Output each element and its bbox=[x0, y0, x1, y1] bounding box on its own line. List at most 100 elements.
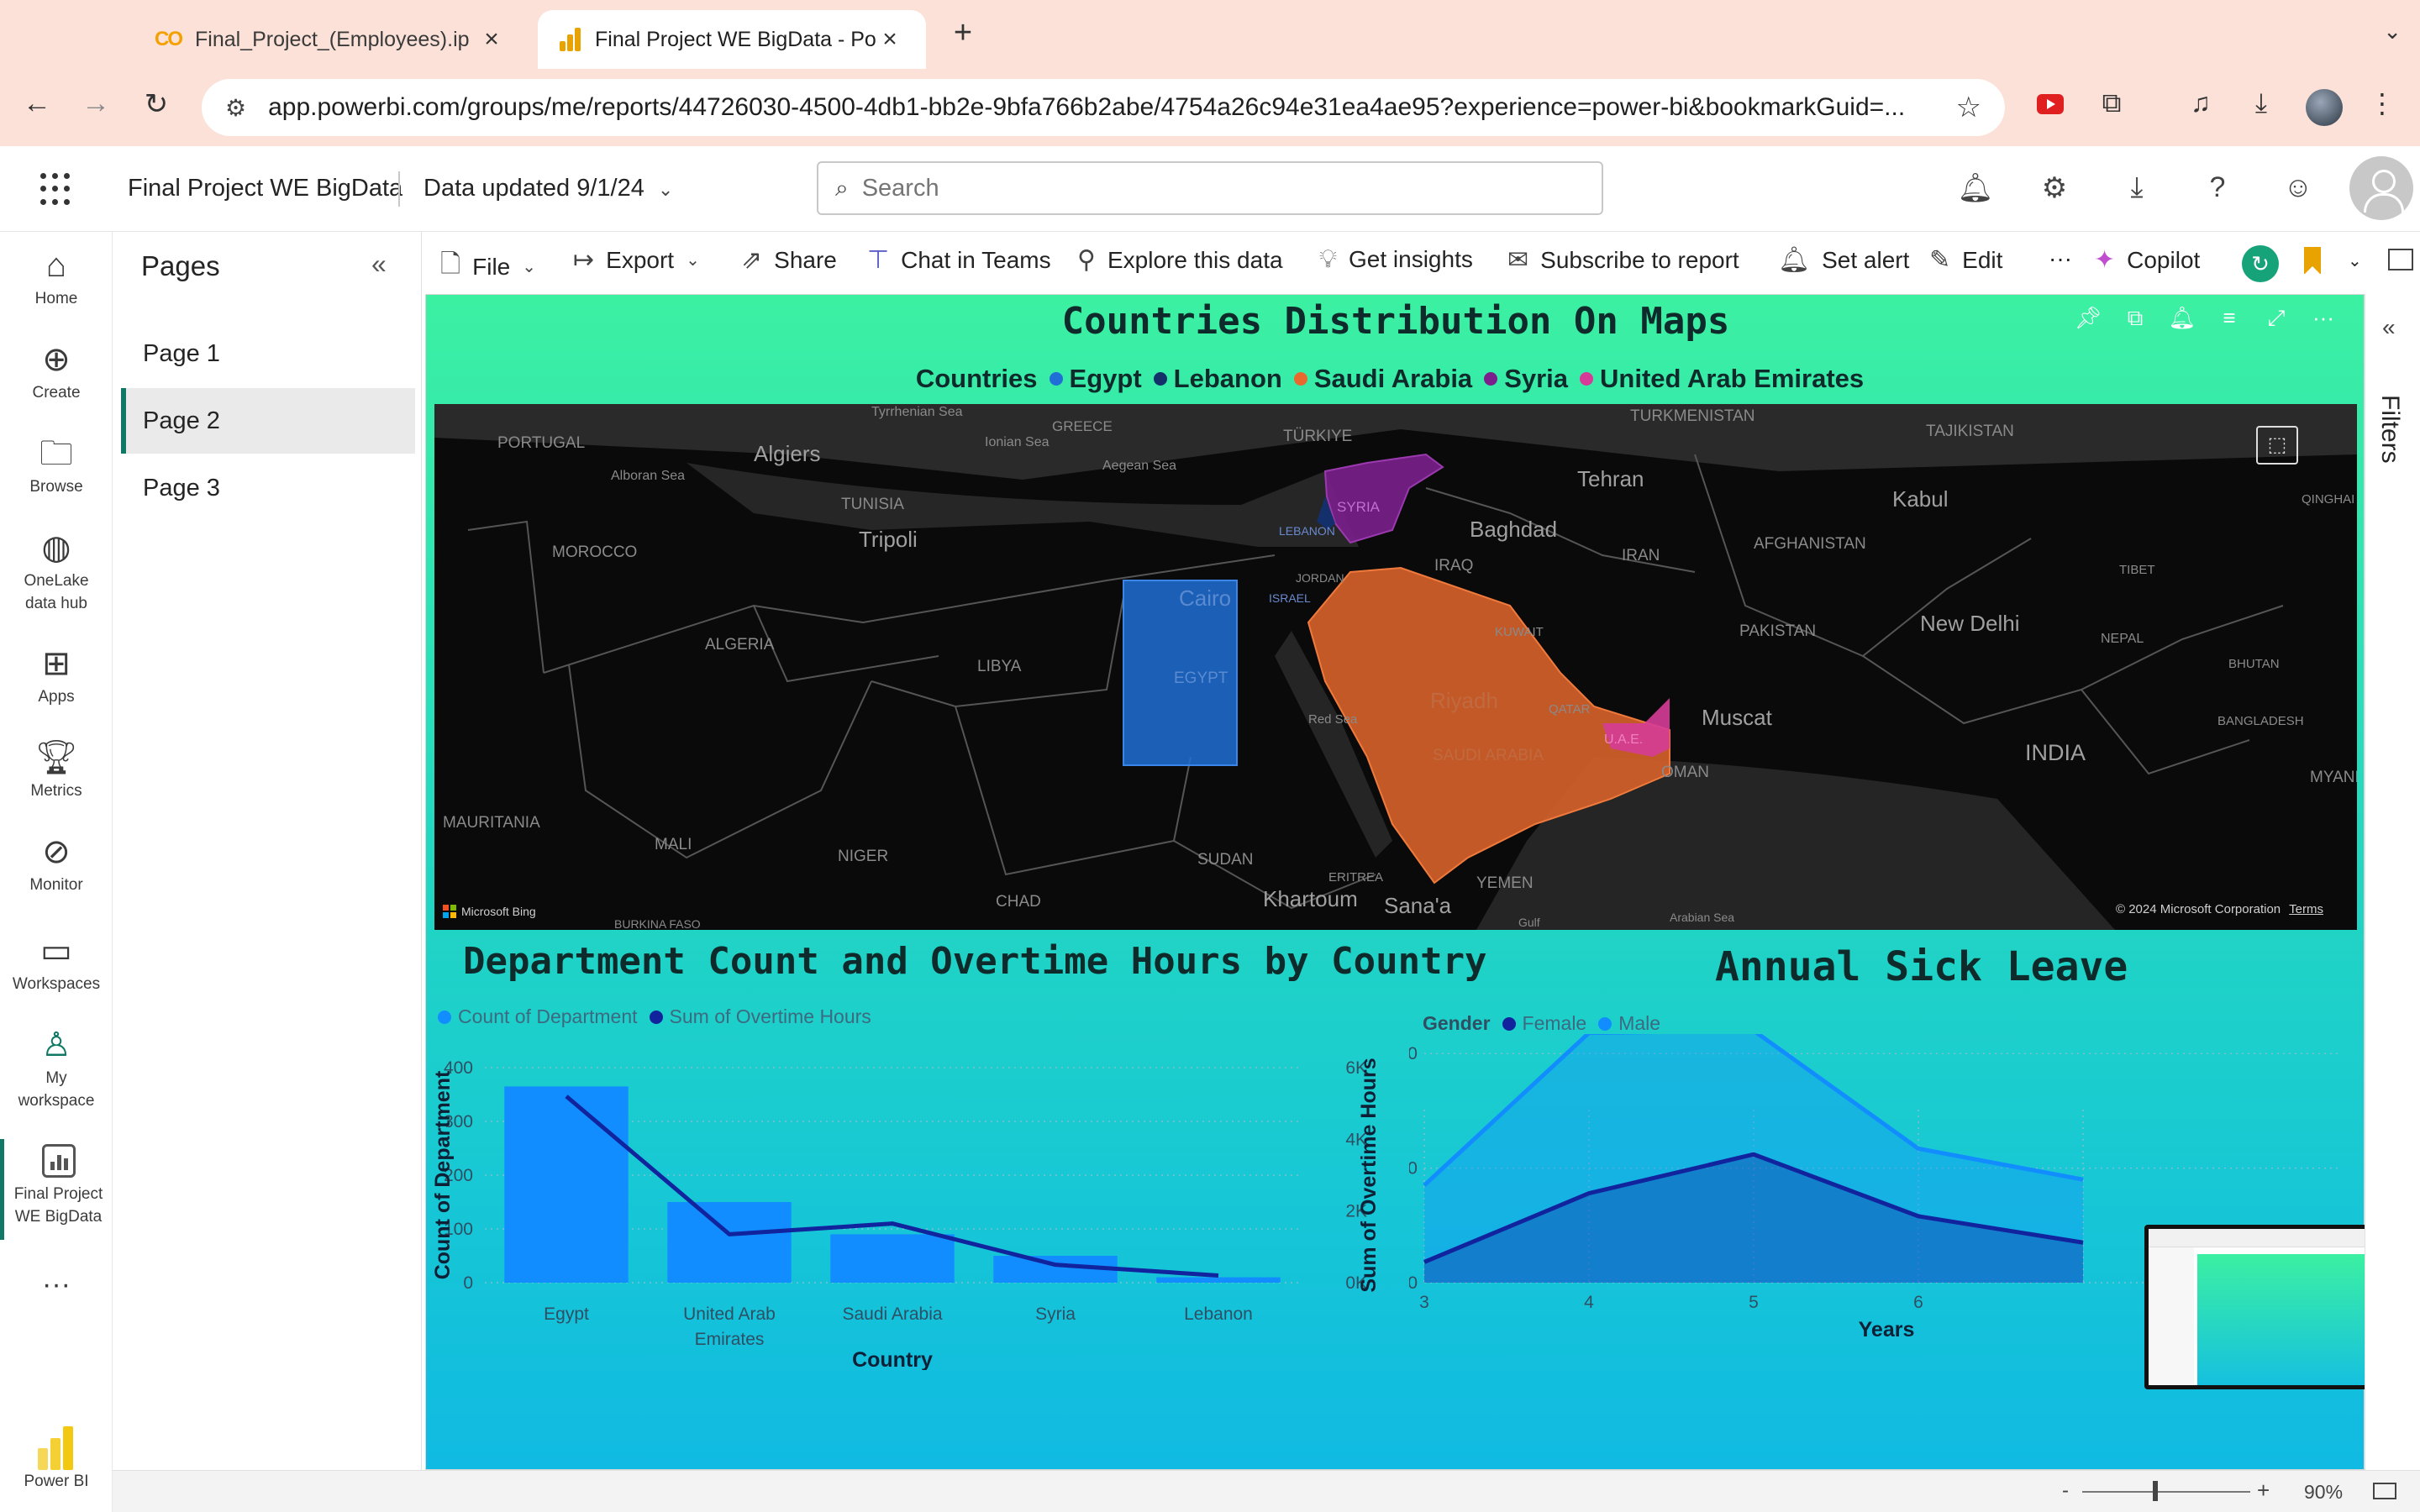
expand-icon[interactable]: « bbox=[2382, 314, 2396, 341]
browser-profile-avatar[interactable] bbox=[2306, 89, 2343, 126]
filled-map[interactable]: PORTUGAL Algiers Alboran Sea Tyrrhenian … bbox=[434, 404, 2357, 930]
map-region-uae[interactable] bbox=[1602, 698, 1670, 757]
nav-workspaces[interactable]: ▭ Workspaces bbox=[0, 929, 113, 995]
map-label: MOROCCO bbox=[552, 543, 637, 561]
search-box[interactable]: ⌕ bbox=[817, 161, 1603, 215]
back-icon[interactable]: ← bbox=[17, 87, 57, 120]
youtube-extension-icon[interactable] bbox=[2037, 94, 2064, 114]
map-label: LEBANON bbox=[1279, 524, 1335, 538]
legend-item-female[interactable]: Female bbox=[1502, 1012, 1586, 1035]
nav-metrics[interactable]: 🏆︎ Metrics bbox=[0, 736, 113, 802]
search-input[interactable] bbox=[861, 174, 1585, 202]
file-menu[interactable]: 🗋︎ File ⌄ bbox=[440, 245, 536, 288]
browser-tab-powerbi[interactable]: Final Project WE BigData - Po × bbox=[538, 10, 926, 69]
pin-icon[interactable]: 📌︎ bbox=[2065, 298, 2112, 337]
filters-pane-collapsed[interactable]: « Filters bbox=[2365, 294, 2420, 1470]
legend-item-egypt[interactable]: Egypt bbox=[1049, 364, 1142, 394]
page-tab-3[interactable]: Page 3 bbox=[121, 455, 415, 521]
screen-share-thumbnail[interactable] bbox=[2144, 1225, 2400, 1389]
site-info-icon[interactable]: ⚙ bbox=[225, 94, 246, 122]
powerbi-header: Final Project WE BigData Data updated 9/… bbox=[0, 146, 2420, 232]
nav-powerbi[interactable]: Power BI bbox=[0, 1426, 113, 1493]
app-launcher-icon[interactable] bbox=[40, 173, 74, 207]
more-options-icon[interactable]: ··· bbox=[0, 1270, 113, 1299]
copy-icon[interactable]: ⧉ bbox=[2112, 298, 2159, 337]
dept-chart-plot[interactable]: 01002003004000K2K4K6KEgypt United ArabEmi… bbox=[426, 1034, 1384, 1370]
user-avatar[interactable] bbox=[2349, 156, 2413, 220]
extensions-icon[interactable]: ⧉ bbox=[2091, 87, 2133, 119]
page-tab-1[interactable]: Page 1 bbox=[121, 321, 415, 386]
settings-icon[interactable]: ⚙ bbox=[2033, 171, 2075, 205]
download-icon[interactable]: ⤓ bbox=[2240, 87, 2282, 119]
bookmark-icon[interactable] bbox=[2304, 247, 2321, 275]
legend-item-lebanon[interactable]: Lebanon bbox=[1153, 364, 1282, 394]
data-updated-dropdown[interactable]: Data updated 9/1/24 ⌄ bbox=[424, 175, 673, 202]
chat-in-teams-button[interactable]: ⊤ Chat in Teams bbox=[867, 245, 1051, 275]
get-insights-button[interactable]: 💡︎ Get insights bbox=[1319, 245, 1473, 274]
refresh-icon[interactable]: ↻ bbox=[2242, 245, 2279, 282]
legend-item-uae[interactable]: United Arab Emirates bbox=[1580, 364, 1864, 394]
report-title[interactable]: Final Project WE BigData bbox=[128, 175, 402, 202]
feedback-icon[interactable]: ☺ bbox=[2277, 171, 2319, 204]
legend-label: Egypt bbox=[1069, 364, 1142, 393]
kebab-menu-icon[interactable]: ⋮ bbox=[2361, 87, 2403, 119]
zoom-slider[interactable] bbox=[2082, 1491, 2250, 1493]
map-label: Tripoli bbox=[859, 527, 918, 552]
close-icon[interactable]: × bbox=[477, 25, 506, 54]
page-tab-2[interactable]: Page 2 bbox=[121, 388, 415, 454]
focus-mode-icon[interactable]: ⤢ bbox=[2253, 298, 2300, 337]
chevron-down-icon[interactable]: ⌄ bbox=[2348, 250, 2362, 271]
address-bar[interactable]: ⚙ app.powerbi.com/groups/me/reports/4472… bbox=[202, 79, 2005, 136]
nav-my-workspace[interactable]: ♙ My workspace bbox=[0, 1023, 113, 1112]
copilot-button[interactable]: ✦ Copilot bbox=[2094, 245, 2200, 275]
filters-label[interactable]: Filters bbox=[2375, 395, 2404, 464]
reload-icon[interactable]: ↻ bbox=[136, 87, 176, 121]
alert-icon[interactable]: 🔔︎ bbox=[2159, 298, 2206, 337]
nav-onelake[interactable]: ◍ OneLake data hub bbox=[0, 526, 113, 615]
map-label: Muscat bbox=[1702, 705, 1773, 730]
zoom-out-button[interactable]: - bbox=[2062, 1479, 2069, 1503]
nav-apps[interactable]: ⊞ Apps bbox=[0, 642, 113, 708]
forward-icon[interactable]: → bbox=[76, 87, 116, 120]
terms-link[interactable]: Terms bbox=[2289, 902, 2323, 916]
y-tick-label: 0 bbox=[1409, 1273, 1418, 1293]
more-options-icon[interactable]: ··· bbox=[2049, 245, 2072, 272]
explore-data-button[interactable]: ⚲ Explore this data bbox=[1077, 245, 1283, 275]
view-icon[interactable] bbox=[2388, 249, 2413, 270]
bookmark-star-icon[interactable]: ☆ bbox=[1956, 91, 1981, 124]
zoom-slider-handle[interactable] bbox=[2153, 1481, 2158, 1501]
nav-current-report[interactable]: Final Project WE BigData bbox=[0, 1139, 113, 1240]
url-text[interactable]: app.powerbi.com/groups/me/reports/447260… bbox=[268, 93, 1955, 122]
map-selection-tool-icon[interactable]: ⬚ bbox=[2256, 426, 2298, 465]
legend-item-saudi-arabia[interactable]: Saudi Arabia bbox=[1293, 364, 1472, 394]
legend-item-count-of-department[interactable]: Count of Department bbox=[438, 1005, 638, 1028]
collapse-icon[interactable]: « bbox=[371, 249, 387, 280]
notifications-icon[interactable]: 🔔︎ bbox=[1954, 171, 1996, 205]
zoom-in-button[interactable]: + bbox=[2257, 1478, 2270, 1504]
share-button[interactable]: ⇗ Share bbox=[741, 245, 837, 275]
download-icon[interactable]: ⤓ bbox=[2116, 171, 2158, 204]
legend-item-syria[interactable]: Syria bbox=[1484, 364, 1568, 394]
map-legend: Countries Egypt Lebanon Saudi Arabia Syr… bbox=[426, 364, 2364, 394]
nav-home[interactable]: ⌂ Home bbox=[0, 244, 113, 310]
set-alert-button[interactable]: 🔔︎ Set alert bbox=[1778, 245, 1909, 275]
fit-to-page-icon[interactable] bbox=[2373, 1483, 2396, 1499]
export-menu[interactable]: ↦ Export ⌄ bbox=[573, 245, 700, 275]
explore-icon: ⚲ bbox=[1077, 246, 1096, 274]
legend-item-male[interactable]: Male bbox=[1598, 1012, 1660, 1035]
nav-monitor[interactable]: ⊘ Monitor bbox=[0, 830, 113, 896]
new-tab-button[interactable]: + bbox=[946, 15, 980, 51]
legend-item-sum-of-overtime-hours[interactable]: Sum of Overtime Hours bbox=[649, 1005, 871, 1028]
help-icon[interactable]: ? bbox=[2196, 171, 2238, 204]
nav-create[interactable]: ⊕ Create bbox=[0, 338, 113, 404]
edit-button[interactable]: ✎ Edit bbox=[1929, 245, 2002, 275]
subscribe-button[interactable]: ✉ Subscribe to report bbox=[1507, 245, 1739, 275]
close-icon[interactable]: × bbox=[876, 25, 904, 54]
nav-browse[interactable]: 🗀︎ Browse bbox=[0, 432, 113, 498]
browser-tab-colab[interactable]: CO Final_Project_(Employees).ip × bbox=[133, 10, 528, 69]
more-options-icon[interactable]: ··· bbox=[2300, 298, 2347, 337]
map-label: PAKISTAN bbox=[1739, 622, 1816, 640]
media-icon[interactable]: ♫ bbox=[2180, 87, 2222, 118]
chevron-down-icon[interactable]: ⌄ bbox=[2383, 18, 2402, 45]
filter-icon[interactable]: ≡ bbox=[2206, 298, 2253, 337]
